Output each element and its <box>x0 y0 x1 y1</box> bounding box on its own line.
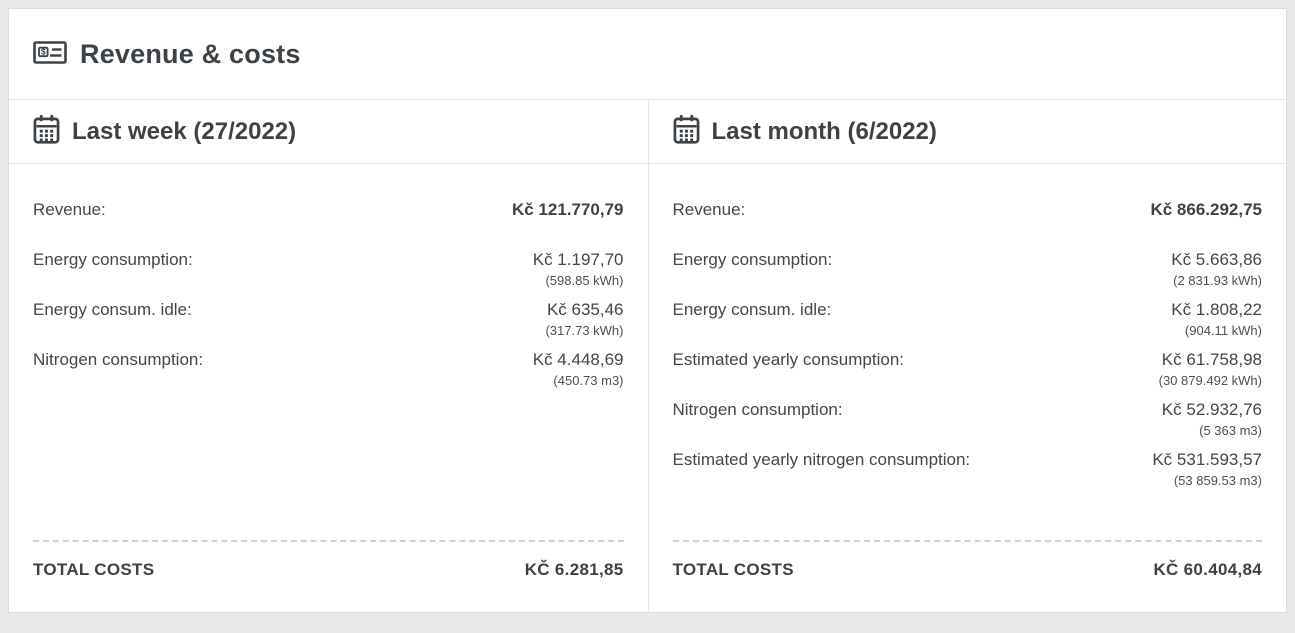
row-value: Kč 635,46 <box>545 298 623 321</box>
dashed-separator <box>673 540 1263 542</box>
row-value: Kč 531.593,57 <box>1152 448 1262 471</box>
row-value: Kč 866.292,75 <box>1150 198 1262 221</box>
row-energy-consumption: Energy consumption: Kč 1.197,70 (598.85 … <box>33 248 624 292</box>
row-value: Kč 1.197,70 <box>533 248 624 271</box>
row-label: Estimated yearly consumption: <box>673 348 905 371</box>
total-costs-value: KČ 60.404,84 <box>1153 560 1262 580</box>
row-value: Kč 5.663,86 <box>1171 248 1262 271</box>
calendar-icon <box>33 115 60 149</box>
row-energy-consum-idle: Energy consum. idle: Kč 1.808,22 (904.11… <box>673 298 1263 342</box>
column-title: Last week (27/2022) <box>72 118 296 146</box>
row-unit: (53 859.53 m3) <box>1152 471 1262 490</box>
row-value: Kč 121.770,79 <box>512 198 624 221</box>
total-costs-row: TOTAL COSTS KČ 60.404,84 <box>673 560 1263 580</box>
row-unit: (317.73 kWh) <box>545 321 623 340</box>
row-label: Nitrogen consumption: <box>673 398 843 421</box>
column-last-week-header: Last week (27/2022) <box>9 100 648 164</box>
column-title: Last month (6/2022) <box>712 118 937 146</box>
panel-title: Revenue & costs <box>80 39 301 70</box>
column-last-week-body: Revenue: Kč 121.770,79 Energy consumptio… <box>9 164 648 612</box>
svg-text:$: $ <box>41 46 46 56</box>
row-energy-consumption: Energy consumption: Kč 5.663,86 (2 831.9… <box>673 248 1263 292</box>
row-label: Nitrogen consumption: <box>33 348 203 371</box>
column-last-month-body: Revenue: Kč 866.292,75 Energy consumptio… <box>649 164 1287 612</box>
total-costs-label: TOTAL COSTS <box>673 560 794 580</box>
column-last-month: Last month (6/2022) Revenue: Kč 866.292,… <box>648 100 1287 612</box>
money-check-icon: $ <box>33 39 67 71</box>
total-costs-label: TOTAL COSTS <box>33 560 154 580</box>
columns-container: Last week (27/2022) Revenue: Kč 121.770,… <box>9 100 1286 612</box>
row-unit: (904.11 kWh) <box>1171 321 1262 340</box>
row-label: Energy consum. idle: <box>33 298 192 321</box>
row-value: Kč 61.758,98 <box>1159 348 1262 371</box>
revenue-costs-panel: $ Revenue & costs <box>8 8 1287 613</box>
panel-header: $ Revenue & costs <box>9 9 1286 100</box>
total-costs-value: KČ 6.281,85 <box>525 560 624 580</box>
row-label: Energy consumption: <box>673 248 833 271</box>
dashed-separator <box>33 540 624 542</box>
row-value: Kč 52.932,76 <box>1162 398 1262 421</box>
row-nitrogen-consumption: Nitrogen consumption: Kč 52.932,76 (5 36… <box>673 398 1263 442</box>
row-revenue: Revenue: Kč 121.770,79 <box>33 198 624 242</box>
row-value: Kč 1.808,22 <box>1171 298 1262 321</box>
row-label: Energy consumption: <box>33 248 193 271</box>
row-energy-consum-idle: Energy consum. idle: Kč 635,46 (317.73 k… <box>33 298 624 342</box>
row-estimated-yearly-nitrogen-consumption: Estimated yearly nitrogen consumption: K… <box>673 448 1263 492</box>
column-last-month-header: Last month (6/2022) <box>649 100 1287 164</box>
row-label: Energy consum. idle: <box>673 298 832 321</box>
row-unit: (30 879.492 kWh) <box>1159 371 1262 390</box>
row-value: Kč 4.448,69 <box>533 348 624 371</box>
row-revenue: Revenue: Kč 866.292,75 <box>673 198 1263 242</box>
total-costs-row: TOTAL COSTS KČ 6.281,85 <box>33 560 624 580</box>
calendar-icon <box>673 115 700 149</box>
row-unit: (450.73 m3) <box>533 371 624 390</box>
row-unit: (598.85 kWh) <box>533 271 624 290</box>
column-last-week: Last week (27/2022) Revenue: Kč 121.770,… <box>9 100 648 612</box>
row-label: Estimated yearly nitrogen consumption: <box>673 448 971 471</box>
row-label: Revenue: <box>673 198 746 221</box>
row-label: Revenue: <box>33 198 106 221</box>
row-nitrogen-consumption: Nitrogen consumption: Kč 4.448,69 (450.7… <box>33 348 624 392</box>
row-estimated-yearly-consumption: Estimated yearly consumption: Kč 61.758,… <box>673 348 1263 392</box>
row-unit: (5 363 m3) <box>1162 421 1262 440</box>
row-unit: (2 831.93 kWh) <box>1171 271 1262 290</box>
